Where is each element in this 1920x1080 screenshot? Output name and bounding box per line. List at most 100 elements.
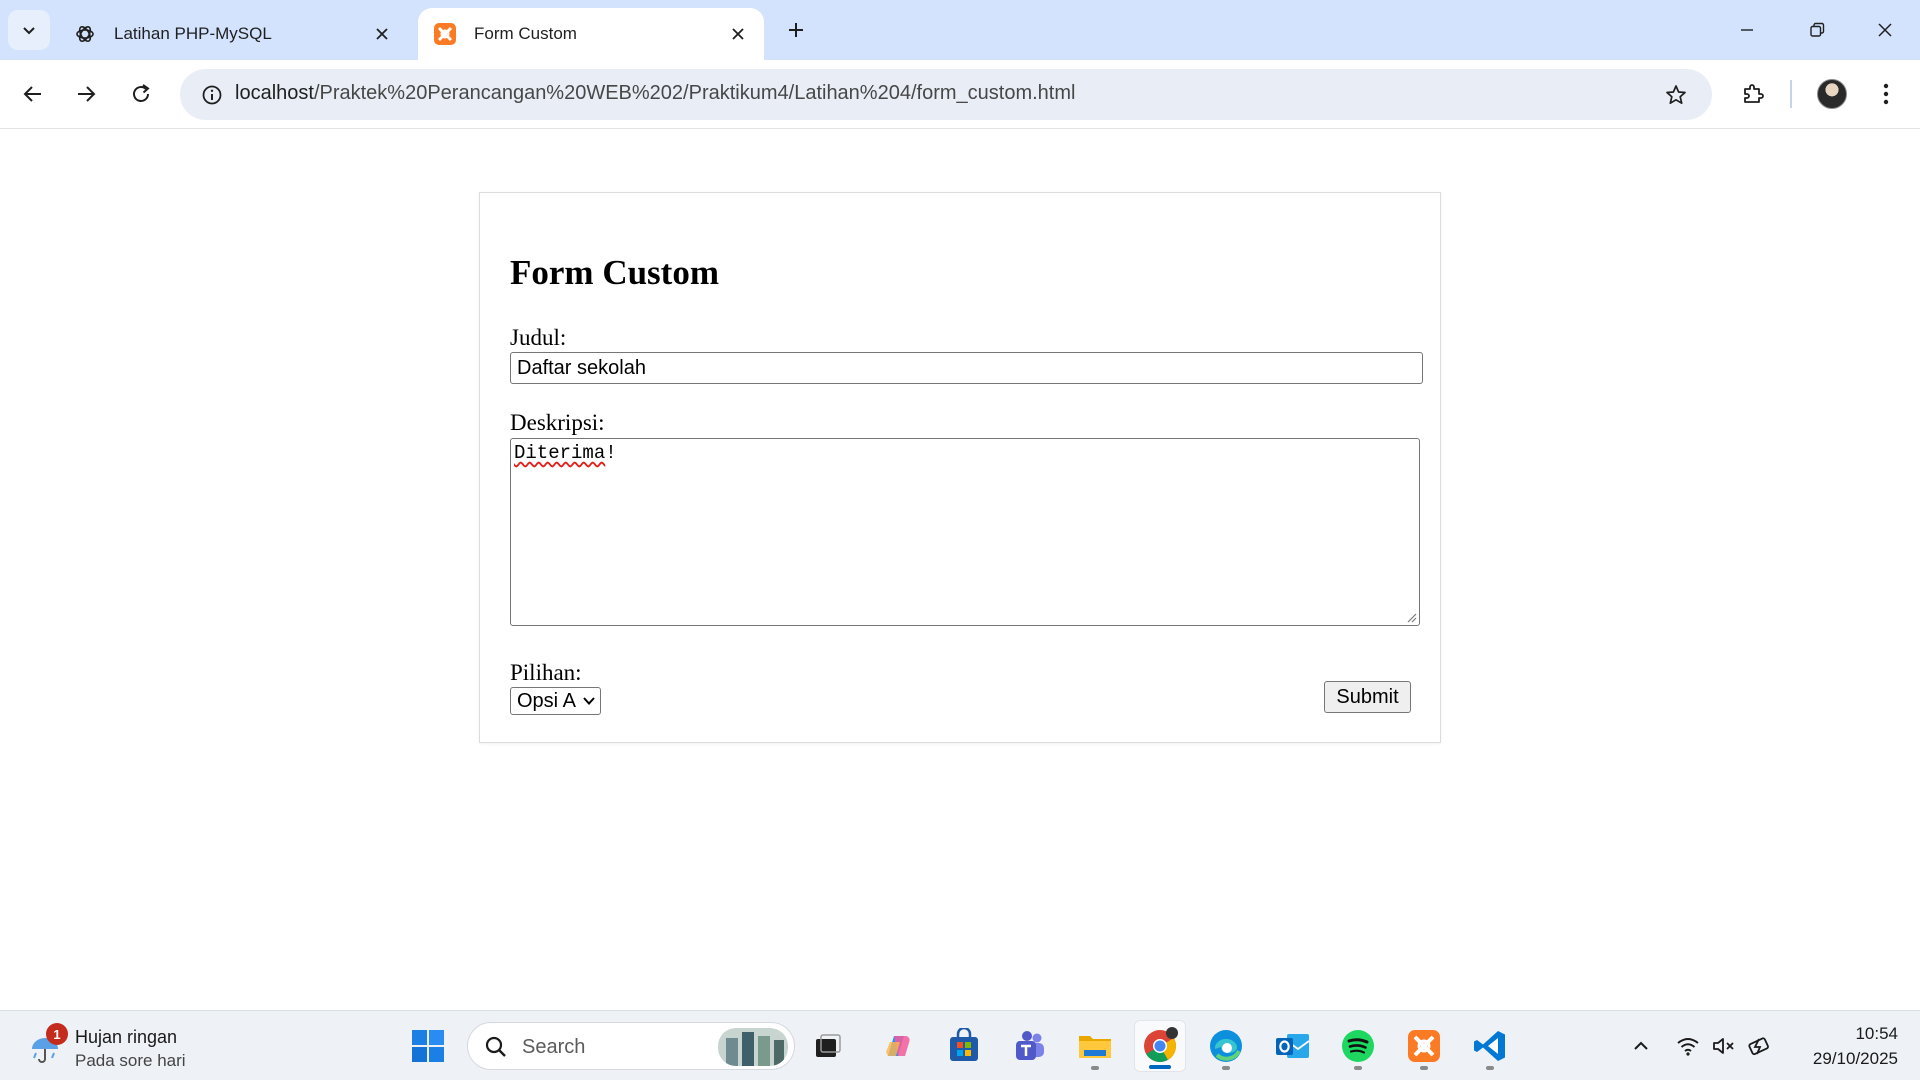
running-indicator <box>1486 1066 1494 1070</box>
chrome-app[interactable] <box>1134 1020 1186 1072</box>
reload-button[interactable] <box>121 74 161 114</box>
selected-option: Opsi A <box>517 689 576 712</box>
minimize-button[interactable] <box>1712 0 1782 60</box>
pilihan-select[interactable]: Opsi A <box>510 687 601 715</box>
weather-widget[interactable]: 1 Hujan ringan Pada sore hari <box>20 1019 210 1073</box>
restore-icon <box>1810 22 1825 37</box>
task-view-button[interactable] <box>802 1020 854 1072</box>
chevron-up-icon <box>1634 1041 1648 1050</box>
avatar <box>1817 79 1847 109</box>
new-tab-button[interactable] <box>778 12 814 48</box>
microsoft-store-app[interactable] <box>938 1020 990 1072</box>
forward-button[interactable] <box>66 74 106 114</box>
form-card: Form Custom Judul: Daftar sekolah Deskri… <box>479 192 1441 743</box>
judul-label: Judul: <box>510 325 567 350</box>
weather-title: Hujan ringan <box>75 1027 178 1047</box>
judul-input[interactable]: Daftar sekolah <box>510 352 1423 384</box>
browser-toolbar: localhost/Praktek%20Perancangan%20WEB%20… <box>0 60 1920 129</box>
openai-icon <box>72 21 98 47</box>
tab-search-button[interactable] <box>8 10 50 50</box>
url-text[interactable]: localhost/Praktek%20Perancangan%20WEB%20… <box>235 82 1075 105</box>
wifi-status[interactable] <box>1673 1031 1703 1061</box>
wifi-icon <box>1677 1038 1699 1056</box>
menu-button[interactable] <box>1866 74 1906 114</box>
spellcheck-underlined-word: Diterima <box>514 442 606 464</box>
deskripsi-textarea[interactable]: Diterima! <box>510 438 1420 626</box>
notification-badge: 1 <box>46 1023 68 1045</box>
site-info-button[interactable] <box>192 75 232 115</box>
bookmark-button[interactable] <box>1658 77 1694 113</box>
running-indicator <box>1420 1066 1428 1070</box>
teams-icon <box>1016 1031 1044 1060</box>
running-indicator <box>1354 1066 1362 1070</box>
spotify-icon <box>1342 1030 1374 1062</box>
tab-latihan-php-mysql[interactable]: Latihan PHP-MySQL <box>58 8 408 60</box>
profile-button[interactable] <box>1812 74 1852 114</box>
copilot-app[interactable] <box>872 1020 924 1072</box>
clock[interactable]: 10:54 29/10/2025 <box>1813 1021 1898 1071</box>
star-icon <box>1666 85 1686 105</box>
puzzle-icon <box>1744 84 1764 103</box>
arrow-right-icon <box>78 86 96 102</box>
restore-button[interactable] <box>1782 0 1852 60</box>
outlook-icon <box>1276 1034 1310 1058</box>
windows-icon <box>412 1030 444 1062</box>
weather-subtitle: Pada sore hari <box>75 1051 186 1070</box>
toolbar-separator <box>1790 80 1792 108</box>
submit-button[interactable]: Submit <box>1324 681 1411 713</box>
tab-strip: Latihan PHP-MySQL Form Custom <box>0 0 1920 60</box>
running-indicator <box>1149 1065 1171 1069</box>
date-text: 29/10/2025 <box>1812 1049 1898 1068</box>
tab-title: Latihan PHP-MySQL <box>114 24 272 43</box>
close-window-button[interactable] <box>1850 0 1920 60</box>
arrow-left-icon <box>23 86 41 102</box>
xampp-icon <box>1408 1030 1440 1062</box>
info-icon <box>202 85 222 105</box>
minimize-icon <box>1741 29 1753 31</box>
volume-status[interactable] <box>1709 1031 1739 1061</box>
battery-status[interactable] <box>1745 1031 1775 1061</box>
chrome-icon <box>1144 1027 1178 1063</box>
xampp-icon <box>432 21 458 47</box>
start-button[interactable] <box>402 1020 454 1072</box>
tab-title: Form Custom <box>474 24 577 43</box>
xampp-app[interactable] <box>1398 1020 1450 1072</box>
time-text: 10:54 <box>1855 1024 1898 1043</box>
reload-icon <box>133 84 150 102</box>
spotify-app[interactable] <box>1332 1020 1384 1072</box>
search-placeholder: Search <box>522 1036 586 1058</box>
close-icon <box>1878 23 1892 37</box>
page-title: Form Custom <box>510 253 719 292</box>
running-indicator <box>1222 1066 1230 1070</box>
close-tab-icon[interactable] <box>724 20 752 48</box>
teams-app[interactable] <box>1003 1020 1055 1072</box>
vscode-app[interactable] <box>1464 1020 1516 1072</box>
deskripsi-text: Diterima! <box>514 442 617 464</box>
address-bar[interactable]: localhost/Praktek%20Perancangan%20WEB%20… <box>180 69 1712 120</box>
url-host: localhost <box>235 82 314 104</box>
close-tab-icon[interactable] <box>368 20 396 48</box>
tab-form-custom[interactable]: Form Custom <box>418 8 764 60</box>
chevron-down-icon <box>582 696 596 706</box>
folder-icon <box>1079 1036 1111 1058</box>
edge-app[interactable] <box>1200 1020 1252 1072</box>
running-indicator <box>1091 1066 1099 1070</box>
deskripsi-label: Deskripsi: <box>510 410 605 435</box>
microsoft-store-icon <box>950 1028 978 1061</box>
taskbar: 1 Hujan ringan Pada sore hari Search 10:… <box>0 1010 1920 1080</box>
kebab-menu-icon <box>1883 83 1889 105</box>
search-icon <box>485 1036 506 1057</box>
volume-muted-icon <box>1713 1038 1734 1054</box>
chevron-down-icon <box>23 27 35 35</box>
file-explorer-app[interactable] <box>1069 1020 1121 1072</box>
copilot-icon <box>886 1036 910 1056</box>
back-button[interactable] <box>13 74 53 114</box>
vscode-icon <box>1474 1031 1505 1061</box>
battery-charging-icon <box>1748 1037 1769 1056</box>
extensions-button[interactable] <box>1733 74 1773 114</box>
resize-grip-icon[interactable] <box>1405 611 1417 623</box>
outlook-app[interactable] <box>1266 1020 1318 1072</box>
show-hidden-icons-button[interactable] <box>1626 1031 1656 1061</box>
url-path: /Praktek%20Perancangan%20WEB%202/Praktik… <box>313 82 1076 104</box>
taskbar-search[interactable]: Search <box>467 1022 795 1070</box>
